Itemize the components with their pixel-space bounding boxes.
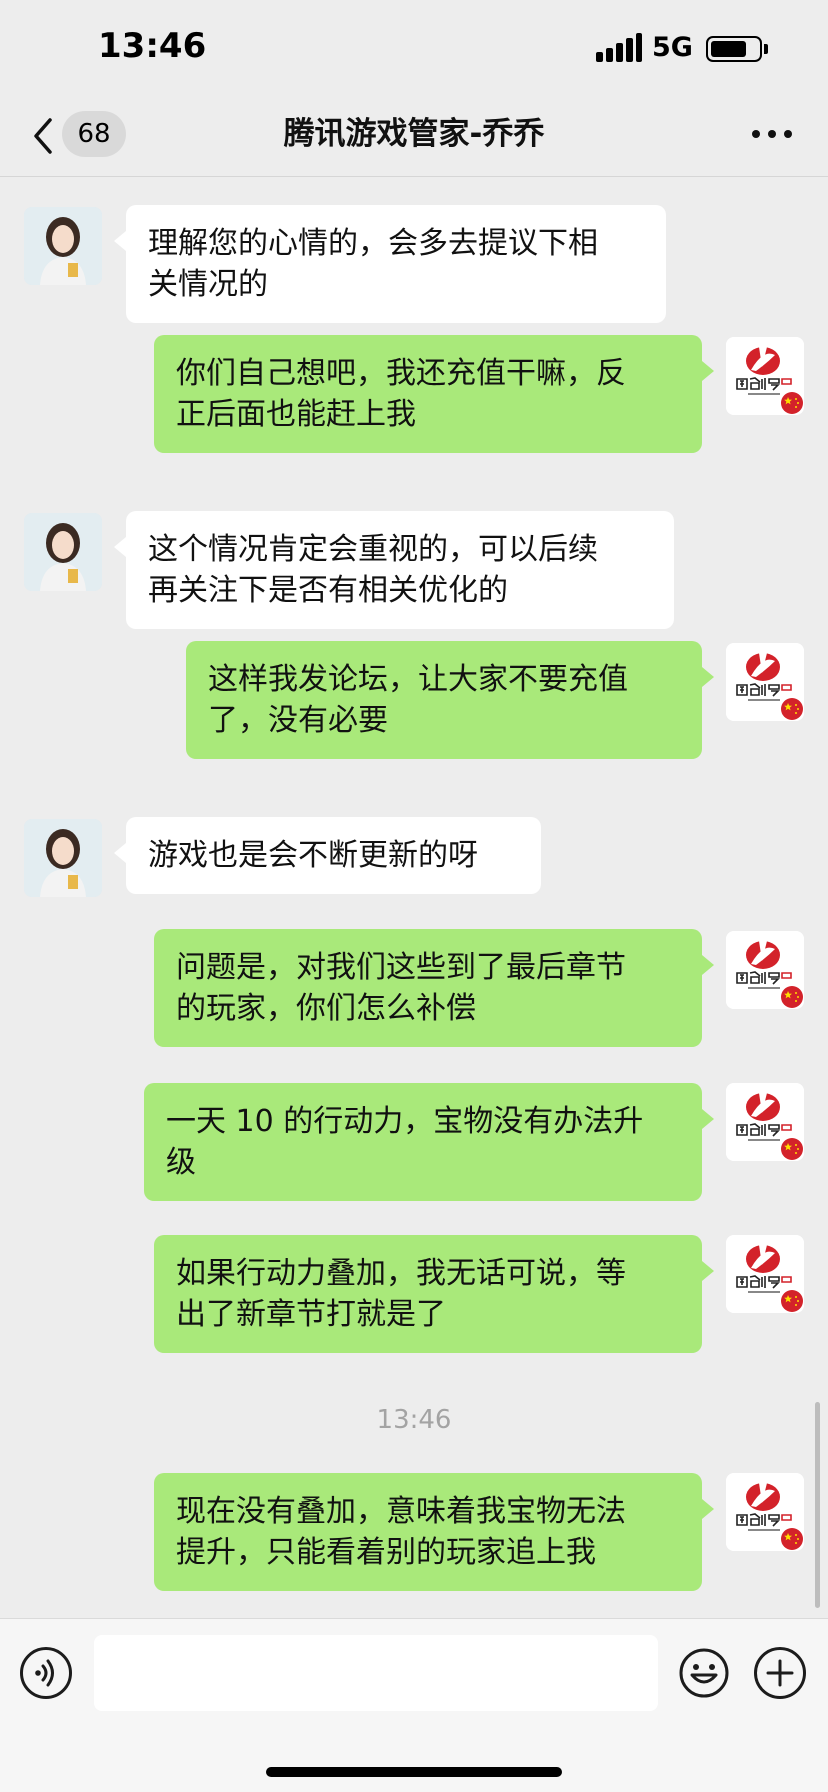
voice-input-button[interactable] xyxy=(20,1647,72,1699)
agent-portrait-icon xyxy=(24,513,102,591)
chat-screen: 13:46 5G 68 腾讯游戏管家-乔乔 理解您的心情的，会多去提议下相 关情… xyxy=(0,0,828,1792)
status-time: 13:46 xyxy=(98,26,207,66)
company-logo-icon xyxy=(726,931,804,1009)
time-divider: 13:46 xyxy=(376,1405,452,1435)
plus-icon xyxy=(766,1659,794,1687)
my-avatar[interactable] xyxy=(726,1473,804,1551)
message-bubble-me[interactable]: 问题是，对我们这些到了最后章节 的玩家，你们怎么补偿 xyxy=(154,929,714,1047)
voice-wave-icon xyxy=(35,1659,54,1687)
message-bubble-me[interactable]: 一天 10 的行动力，宝物没有办法升 级 xyxy=(144,1083,714,1201)
home-indicator[interactable] xyxy=(266,1767,562,1777)
agent-portrait-icon xyxy=(24,819,102,897)
input-bar xyxy=(0,1618,828,1792)
message-bubble-me[interactable]: 如果行动力叠加，我无话可说，等 出了新章节打就是了 xyxy=(154,1235,714,1353)
unread-count-badge[interactable]: 68 xyxy=(62,111,126,157)
my-avatar[interactable] xyxy=(726,337,804,415)
nav-bar: 68 腾讯游戏管家-乔乔 xyxy=(0,96,828,177)
agent-avatar[interactable] xyxy=(24,819,102,897)
my-avatar[interactable] xyxy=(726,1235,804,1313)
message-input[interactable] xyxy=(94,1635,658,1711)
more-options-icon[interactable] xyxy=(752,130,792,140)
battery-level xyxy=(711,41,746,57)
add-plus-button[interactable] xyxy=(754,1647,806,1699)
scrollbar[interactable] xyxy=(815,1402,820,1608)
company-logo-icon xyxy=(726,1473,804,1551)
company-logo-icon xyxy=(726,643,804,721)
message-bubble-me[interactable]: 你们自己想吧，我还充值干嘛，反 正后面也能赶上我 xyxy=(154,335,714,453)
company-logo-icon xyxy=(726,1083,804,1161)
message-bubble-agent[interactable]: 这个情况肯定会重视的，可以后续 再关注下是否有相关优化的 xyxy=(114,511,674,629)
agent-portrait-icon xyxy=(24,207,102,285)
signal-strength-icon xyxy=(596,32,642,62)
agent-avatar[interactable] xyxy=(24,207,102,285)
company-logo-icon xyxy=(726,337,804,415)
message-bubble-me[interactable]: 现在没有叠加，意味着我宝物无法 提升，只能看着别的玩家追上我 xyxy=(154,1473,714,1591)
agent-avatar[interactable] xyxy=(24,513,102,591)
my-avatar[interactable] xyxy=(726,1083,804,1161)
message-bubble-agent[interactable]: 游戏也是会不断更新的呀 xyxy=(114,817,541,894)
emoji-icon[interactable] xyxy=(678,1647,730,1699)
company-logo-icon xyxy=(726,1235,804,1313)
my-avatar[interactable] xyxy=(726,931,804,1009)
message-bubble-me[interactable]: 这样我发论坛，让大家不要充值 了，没有必要 xyxy=(186,641,714,759)
battery-icon xyxy=(706,36,762,62)
message-list: 理解您的心情的，会多去提议下相 关情况的 你们自己想吧，我还充值干嘛，反 正后面… xyxy=(0,177,828,1617)
battery-tip xyxy=(764,44,768,54)
network-type: 5G xyxy=(652,32,693,63)
chat-title: 腾讯游戏管家-乔乔 xyxy=(283,116,545,152)
my-avatar[interactable] xyxy=(726,643,804,721)
status-bar: 13:46 5G xyxy=(0,0,828,96)
message-bubble-agent[interactable]: 理解您的心情的，会多去提议下相 关情况的 xyxy=(114,205,666,323)
